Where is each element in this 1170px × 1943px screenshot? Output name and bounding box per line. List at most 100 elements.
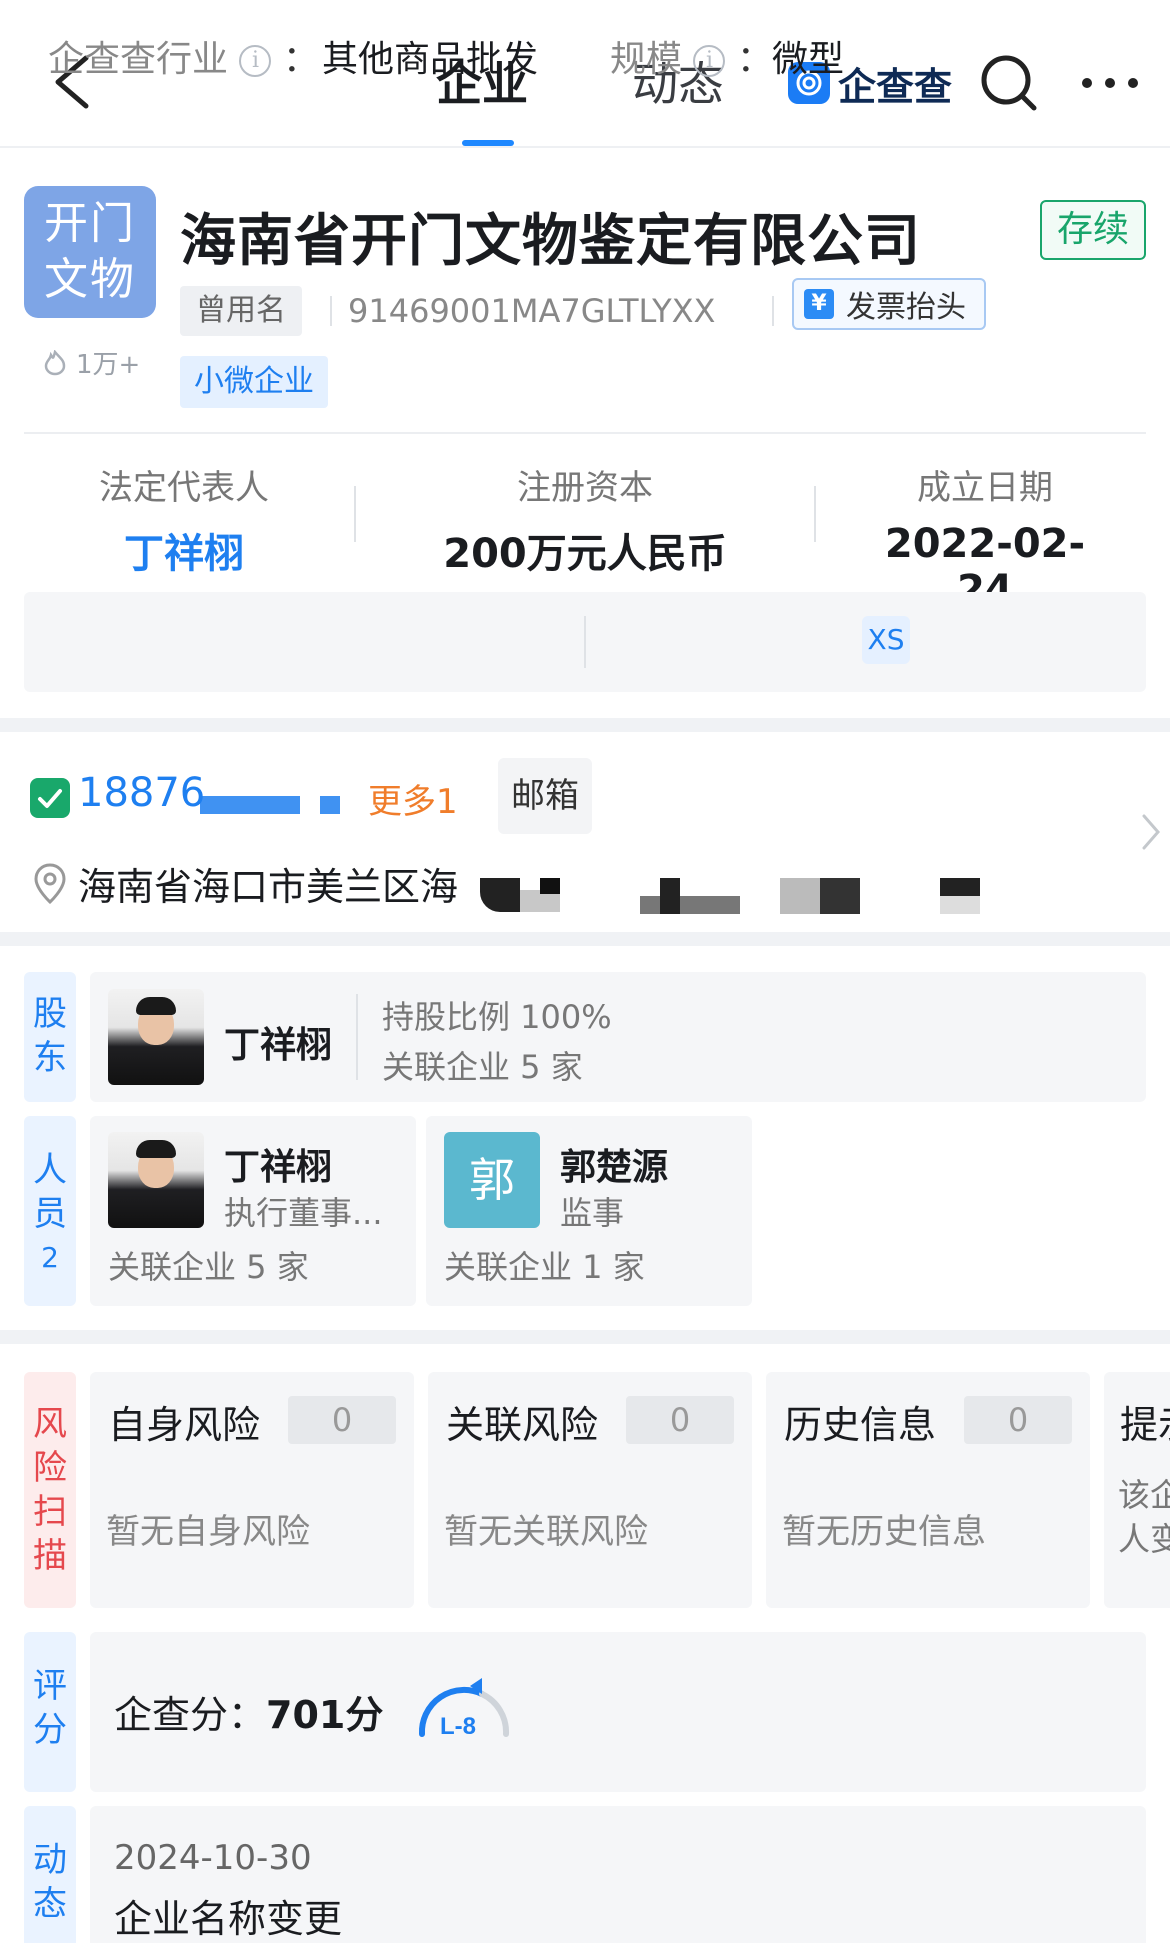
redacted-address — [940, 896, 980, 914]
section-separator — [0, 1330, 1170, 1344]
related-companies[interactable]: 关联企业 1 家 — [444, 1242, 645, 1288]
dynamic-title: 企业名称变更 — [114, 1897, 343, 1941]
score-section-label: 评 分 — [24, 1632, 76, 1792]
chevron-right-icon[interactable] — [1140, 812, 1162, 852]
legal-representative[interactable]: 法定代表人 丁祥栩 — [60, 460, 308, 579]
redacted-address — [820, 878, 860, 914]
more-phones-link[interactable]: 更多1 — [368, 774, 458, 823]
shareholder-section-label: 股 东 — [24, 972, 76, 1102]
address[interactable]: 海南省海口市美兰区海 — [78, 856, 458, 911]
person-avatar — [108, 1132, 204, 1228]
stat-value[interactable]: 丁祥栩 — [60, 521, 308, 579]
company-tag[interactable]: 小微企业 — [180, 356, 328, 408]
stat-label: 法定代表人 — [99, 468, 269, 508]
shareholding-ratio: 持股比例 100% — [382, 998, 612, 1036]
person-role: 监事 — [560, 1194, 625, 1232]
dynamic-date: 2024-10-30 — [114, 1838, 312, 1878]
industry-label-text: 企查查行业 — [48, 39, 229, 80]
scale-label: 规模 i ： — [610, 30, 773, 82]
side-label-char: 险 — [33, 1448, 67, 1488]
risk-count: 0 — [964, 1396, 1072, 1444]
side-label-char: 股 — [33, 994, 67, 1034]
risk-count: 0 — [288, 1396, 396, 1444]
invoice-title-button[interactable]: ¥ 发票抬头 — [792, 278, 986, 330]
industry-value: 其他商品批发 — [322, 39, 539, 80]
stat-value: 200万元人民币 — [443, 531, 727, 577]
side-label-char: 人 — [33, 1150, 67, 1190]
followers-count: 1万+ — [40, 344, 140, 381]
score-level-gauge-icon: L-8 — [418, 1678, 510, 1740]
person-card[interactable]: 丁祥栩 执行董事... 关联企业 5 家 — [90, 1116, 416, 1306]
email-button[interactable]: 邮箱 — [498, 758, 592, 834]
related-risk-card[interactable]: 关联风险 0 暂无关联风险 — [428, 1372, 752, 1608]
score-card[interactable]: 企查分：701分 L-8 — [90, 1632, 1146, 1792]
side-label-char: 2 — [41, 1241, 59, 1274]
search-icon[interactable] — [978, 52, 1040, 114]
shareholder-name[interactable]: 丁祥栩 — [224, 1016, 332, 1068]
person-avatar: 郭 — [444, 1132, 540, 1228]
scale-badge: XS — [862, 616, 910, 664]
risk-empty-text: 暂无关联风险 — [444, 1512, 648, 1552]
person-card[interactable]: 郭 郭楚源 监事 关联企业 1 家 — [426, 1116, 752, 1306]
score-label: 企查分： — [114, 1693, 267, 1737]
divider — [584, 616, 586, 668]
redacted-address — [640, 896, 740, 914]
divider — [772, 296, 774, 326]
colon: ： — [282, 39, 319, 80]
dynamics-section-label: 动 态 — [24, 1806, 76, 1943]
personnel-section-label: 人 员 2 — [24, 1116, 76, 1306]
fire-icon — [44, 349, 66, 375]
risk-title: 提示 — [1120, 1403, 1170, 1447]
registered-capital: 注册资本 200万元人民币 — [420, 460, 750, 579]
more-options-icon[interactable] — [1080, 76, 1140, 90]
redacted-address — [540, 878, 560, 894]
invoice-title-label: 发票抬头 — [846, 290, 966, 325]
logo-text-line1: 开门 — [44, 198, 136, 249]
info-icon[interactable]: i — [239, 45, 272, 77]
phone-number[interactable]: 18876 — [78, 770, 205, 816]
brand-name: 企查查 — [838, 64, 953, 109]
notice-card-partial[interactable]: 提示 该企 人变 — [1104, 1372, 1170, 1608]
risk-title: 自身风险 — [108, 1403, 261, 1447]
side-label-char: 动 — [33, 1840, 67, 1880]
side-label-char: 东 — [33, 1038, 67, 1078]
risk-empty-text: 暂无历史信息 — [782, 1512, 986, 1552]
risk-count: 0 — [626, 1396, 734, 1444]
divider — [354, 486, 356, 542]
person-name[interactable]: 丁祥栩 — [224, 1138, 332, 1190]
shareholder-avatar — [108, 989, 204, 1085]
side-label-char: 扫 — [33, 1492, 67, 1532]
location-pin-icon — [34, 863, 66, 905]
side-label-char: 评 — [33, 1666, 67, 1706]
colon: ： — [736, 39, 773, 80]
related-companies[interactable]: 关联企业 5 家 — [108, 1242, 309, 1288]
notice-text: 人变 — [1118, 1520, 1170, 1558]
redacted-phone — [320, 796, 340, 814]
self-risk-card[interactable]: 自身风险 0 暂无自身风险 — [90, 1372, 414, 1608]
former-name-button[interactable]: 曾用名 — [180, 286, 302, 336]
related-companies[interactable]: 关联企业 5 家 — [382, 1042, 583, 1088]
logo-text-line2: 文物 — [44, 254, 136, 305]
divider — [24, 432, 1146, 434]
history-info-card[interactable]: 历史信息 0 暂无历史信息 — [766, 1372, 1090, 1608]
section-separator — [0, 718, 1170, 732]
score-text: 企查分：701分 — [114, 1684, 383, 1739]
side-label-char: 员 — [33, 1194, 67, 1234]
divider — [814, 486, 816, 542]
credit-code[interactable]: 91469001MA7GLTLYXX — [348, 286, 715, 336]
info-icon[interactable]: i — [693, 45, 726, 77]
redacted-phone — [200, 796, 300, 814]
industry-label: 企查查行业 i ： — [48, 30, 319, 82]
stat-label: 成立日期 — [917, 468, 1053, 508]
person-role: 执行董事... — [224, 1194, 383, 1232]
company-logo: 开门 文物 — [24, 186, 156, 318]
dynamics-card[interactable]: 2024-10-30 企业名称变更 — [90, 1806, 1146, 1943]
notice-text: 该企 — [1118, 1476, 1170, 1514]
stat-label: 注册资本 — [517, 468, 653, 508]
side-label-char: 风 — [33, 1404, 67, 1444]
redacted-address — [480, 878, 520, 912]
person-name[interactable]: 郭楚源 — [560, 1138, 668, 1190]
shareholder-card[interactable]: 丁祥栩 持股比例 100% 关联企业 5 家 — [90, 972, 1146, 1102]
divider — [330, 296, 332, 326]
establish-date: 成立日期 2022-02-24 — [860, 460, 1110, 613]
